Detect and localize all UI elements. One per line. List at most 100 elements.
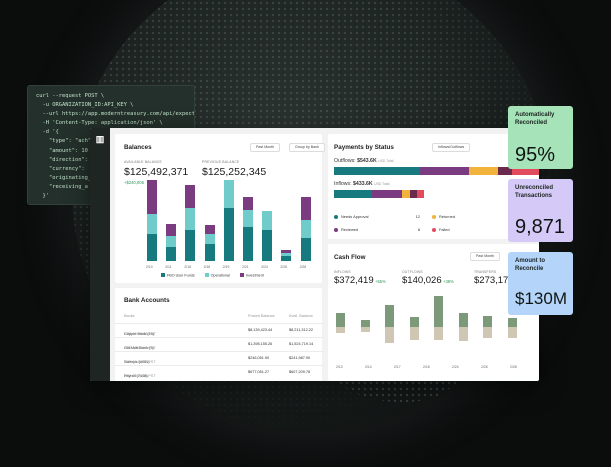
bank-accounts-card: Bank Accounts Banks Posted Balance Avail… [115, 288, 324, 381]
cashflow-inflow-bar[interactable] [507, 318, 517, 327]
available-balance: $241,987.90 [289, 356, 311, 360]
balance-bar-segment[interactable] [262, 211, 273, 230]
status-item[interactable]: Reviewed 8 [334, 227, 426, 232]
balance-bar-segment[interactable] [300, 220, 311, 238]
balance-bar-segment[interactable] [281, 250, 292, 254]
balance-bar-segment[interactable] [281, 256, 292, 261]
balance-bar-segment[interactable] [262, 229, 273, 261]
cashflow-inflow-bar[interactable] [409, 317, 419, 327]
col-posted: Posted Balance [248, 314, 275, 318]
cashflow-inflow-bar[interactable] [483, 316, 492, 327]
posted-balance: $246,051.90 [248, 356, 270, 360]
code-line: --url https://app.moderntreasury.com/api… [36, 111, 195, 118]
cashflow-x-tick: 2/14 [365, 365, 372, 369]
balances-x-tick: 2/11 [165, 265, 172, 269]
cashflow-outflow-bar[interactable] [385, 327, 394, 343]
balance-bar-segment[interactable] [204, 243, 215, 261]
balances-x-tick: 2/18 [203, 265, 211, 269]
balances-card: Balances Past Month Group by Bank Availa… [115, 134, 325, 283]
balance-bar-segment[interactable] [185, 184, 196, 208]
posted-balance: $8,139,423.44 [248, 328, 273, 332]
balance-bar-segment[interactable] [147, 179, 157, 215]
table-row[interactable]: Payroll (7108) 2/22 00:08:18 PST $677,051… [115, 365, 324, 378]
cashflow-inflow-bar[interactable] [385, 305, 394, 327]
cashflow-inflow-bar[interactable] [336, 313, 345, 327]
balance-bar-segment[interactable] [243, 226, 253, 261]
available-balance: $1,524,719.14 [289, 342, 314, 346]
app-logo-icon[interactable]: ▥ [95, 135, 105, 144]
kpi-amount-title: Amount to Reconcile [515, 258, 545, 272]
kpi-auto-reconciled-value: 95% [515, 144, 556, 166]
cashflow-inflow-bar[interactable] [360, 320, 370, 327]
status-item[interactable]: Needs Approval 12 [334, 214, 426, 219]
posted-balance: $677,051.27 [248, 370, 270, 374]
balance-bar-segment[interactable] [147, 234, 157, 261]
legend-investment: Investment [239, 273, 264, 278]
outflows-total: Outflows: $543.6K USD Total [334, 158, 394, 164]
balance-bar-segment[interactable] [300, 197, 311, 221]
table-row[interactable]: Sweeps (4091) 2/22 10:06:18 PST $246,051.… [115, 351, 324, 364]
cashflow-outflow-bar[interactable] [360, 327, 370, 332]
balance-bar-segment[interactable] [223, 179, 234, 208]
balance-bar-segment[interactable] [166, 246, 177, 261]
kpi-unreconciled: Unreconciled Transactions 9,871 [508, 179, 573, 242]
cashflow-x-tick: 2/24 [452, 365, 459, 369]
code-line: -u ORGANIZATION_ID:API_KEY \ [36, 102, 134, 109]
available-balance: $607,209.78 [289, 370, 311, 374]
balances-chart: 2/10 2/11 2/16 2/18 2/19 2/21 2/24 2/26 2/28 [115, 134, 322, 283]
sidebar: ▥ [90, 128, 110, 381]
code-line: curl --request POST \ [36, 93, 105, 99]
balance-bar-segment[interactable] [204, 225, 215, 235]
cashflow-outflow-bar[interactable] [409, 327, 419, 340]
balance-bar-segment[interactable] [185, 207, 196, 230]
balances-x-tick: 2/10 [146, 265, 153, 269]
kpi-amount-value: $130M [515, 289, 567, 308]
balance-bar-segment[interactable] [223, 207, 234, 261]
bank-accounts-header: Banks Posted Balance Avail. Balance [115, 310, 324, 323]
cashflow-inflow-bar[interactable] [434, 296, 443, 327]
table-row[interactable]: Old Mutt Bank (3) 2/22 10:06:18 PST $1,39… [115, 337, 324, 350]
balance-bar-segment[interactable] [147, 214, 157, 235]
cashflow-outflow-bar[interactable] [507, 327, 517, 339]
balances-x-tick: 2/24 [261, 265, 268, 269]
balances-x-tick: 2/16 [184, 265, 191, 269]
balances-x-tick: 2/26 [280, 265, 287, 269]
cashflow-x-tick: 2/18 [423, 365, 430, 369]
balance-bar-segment[interactable] [204, 234, 215, 244]
dashboard-window: ▥ Balances Past Month Group by Bank Avai… [90, 128, 539, 381]
cashflow-outflow-bar[interactable] [434, 327, 443, 340]
cashflow-outflow-bar[interactable] [458, 327, 468, 342]
col-banks: Banks [124, 314, 135, 318]
code-line: -H 'Content-Type: application/json' \ [36, 120, 163, 127]
balances-x-tick: 2/21 [242, 265, 249, 269]
posted-balance: $1,398,155.26 [248, 342, 273, 346]
balance-bar-segment[interactable] [166, 236, 177, 247]
cashflow-outflow-bar[interactable] [336, 327, 345, 334]
balance-bar-segment[interactable] [166, 223, 177, 237]
bank-accounts-title: Bank Accounts [124, 297, 170, 304]
kpi-amount-to-reconcile: Amount to Reconcile $130M [508, 252, 573, 315]
cashflow-x-tick: 2/26 [481, 365, 488, 369]
legend-operational: Operational [204, 273, 230, 278]
balances-x-tick: 2/28 [299, 265, 307, 269]
available-balance: $8,211,312.22 [289, 328, 313, 332]
kpi-auto-reconciled: Automatically Reconciled 95% [508, 106, 573, 169]
cashflow-outflow-bar[interactable] [483, 327, 492, 339]
legend-fbo: FBO User Funds [161, 273, 195, 278]
balance-bar-segment[interactable] [300, 237, 311, 261]
cashflow-inflow-bar[interactable] [458, 313, 468, 327]
kpi-unreconciled-value: 9,871 [515, 216, 566, 238]
balance-bar-segment[interactable] [281, 253, 292, 257]
balances-legend: FBO User Funds Operational Investment [161, 273, 264, 278]
kpi-auto-reconciled-title: Automatically Reconciled [515, 112, 555, 126]
balance-bar-segment[interactable] [185, 229, 196, 261]
balance-bar-segment[interactable] [243, 209, 253, 227]
table-row[interactable]: Copper Bank (15) 2/22 10:06:18 PST $8,139… [115, 323, 324, 336]
inflows-bar [334, 190, 424, 198]
balance-bar-segment[interactable] [243, 197, 253, 210]
payments-title: Payments by Status [334, 144, 394, 151]
cashflow-x-tick: 2/17 [394, 365, 401, 369]
cashflow-x-tick: 2/10 [336, 365, 343, 369]
kpi-unreconciled-title: Unreconciled Transactions [515, 185, 554, 199]
payments-filter-select[interactable]: Inflows/Outflows [432, 143, 471, 152]
